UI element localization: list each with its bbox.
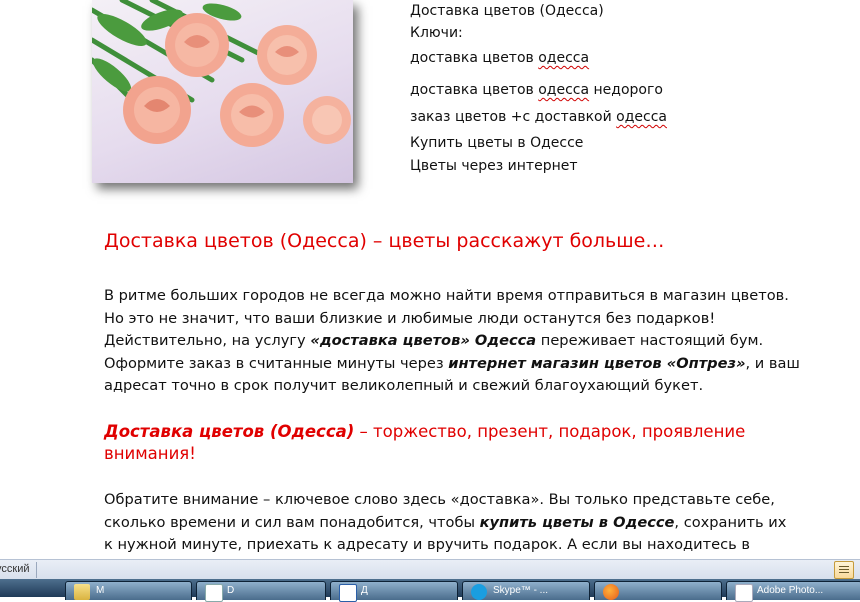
taskbar-button-photoshop[interactable]: Adobe Photo...: [726, 581, 860, 602]
word-icon: [339, 584, 357, 602]
emphasis-text: «доставка цветов» Одесса: [310, 332, 537, 349]
taskbar-button-firefox[interactable]: [594, 581, 722, 600]
taskbar-button-skype[interactable]: Skype™ - ...: [462, 581, 590, 600]
paragraph-1: В ритме больших городов не всегда можно …: [104, 287, 800, 394]
keyword-line: заказ цветов +с доставкой одесса: [410, 109, 667, 125]
skype-icon: [471, 584, 487, 600]
status-separator: [36, 562, 37, 578]
subheading: Доставка цветов (Одесса) – торжество, пр…: [104, 422, 746, 463]
keyword-line: Купить цветы в Одессе: [410, 135, 584, 151]
paragraph-2: Обратите внимание – ключевое слово здесь…: [104, 491, 787, 553]
roses-illustration: [92, 0, 351, 147]
taskbar: M D Д Skype™ - ... Adobe Photo...: [0, 579, 860, 602]
document-page: Доставка цветов (Одесса) Ключи: доставка…: [0, 0, 835, 559]
firefox-icon: [603, 584, 619, 600]
folder-icon: [74, 584, 90, 600]
status-bar: усский: [0, 559, 860, 580]
keywords-label: Ключи:: [410, 25, 463, 41]
document-icon: [205, 584, 223, 602]
page-layout-view-icon[interactable]: [834, 561, 854, 579]
emphasis-text: купить цветы в Одессе: [479, 513, 675, 531]
vertical-scrollbar[interactable]: [835, 0, 860, 559]
article-heading: Доставка цветов (Одесса) – цветы расскаж…: [104, 230, 665, 252]
emphasis-text: интернет магазин цветов «Оптрез»: [448, 354, 746, 372]
keywords-title: Доставка цветов (Одесса): [410, 3, 604, 19]
taskbar-button-explorer[interactable]: M: [65, 581, 192, 600]
taskbar-button-word[interactable]: Д: [330, 581, 458, 602]
roses-photo: [92, 0, 353, 183]
misspelled-word: одесса: [616, 109, 667, 125]
taskbar-button-document[interactable]: D: [196, 581, 326, 602]
keyword-line: Цветы через интернет: [410, 158, 578, 174]
keyword-line: доставка цветов одесса: [410, 50, 590, 66]
misspelled-word: одесса: [538, 82, 590, 98]
keyword-line: доставка цветов одесса недорого: [410, 82, 663, 98]
acrobat-icon: [735, 584, 753, 602]
subheading-emphasis: Доставка цветов (Одесса): [104, 422, 355, 441]
misspelled-word: одесса: [538, 50, 590, 66]
language-indicator[interactable]: усский: [0, 563, 29, 575]
